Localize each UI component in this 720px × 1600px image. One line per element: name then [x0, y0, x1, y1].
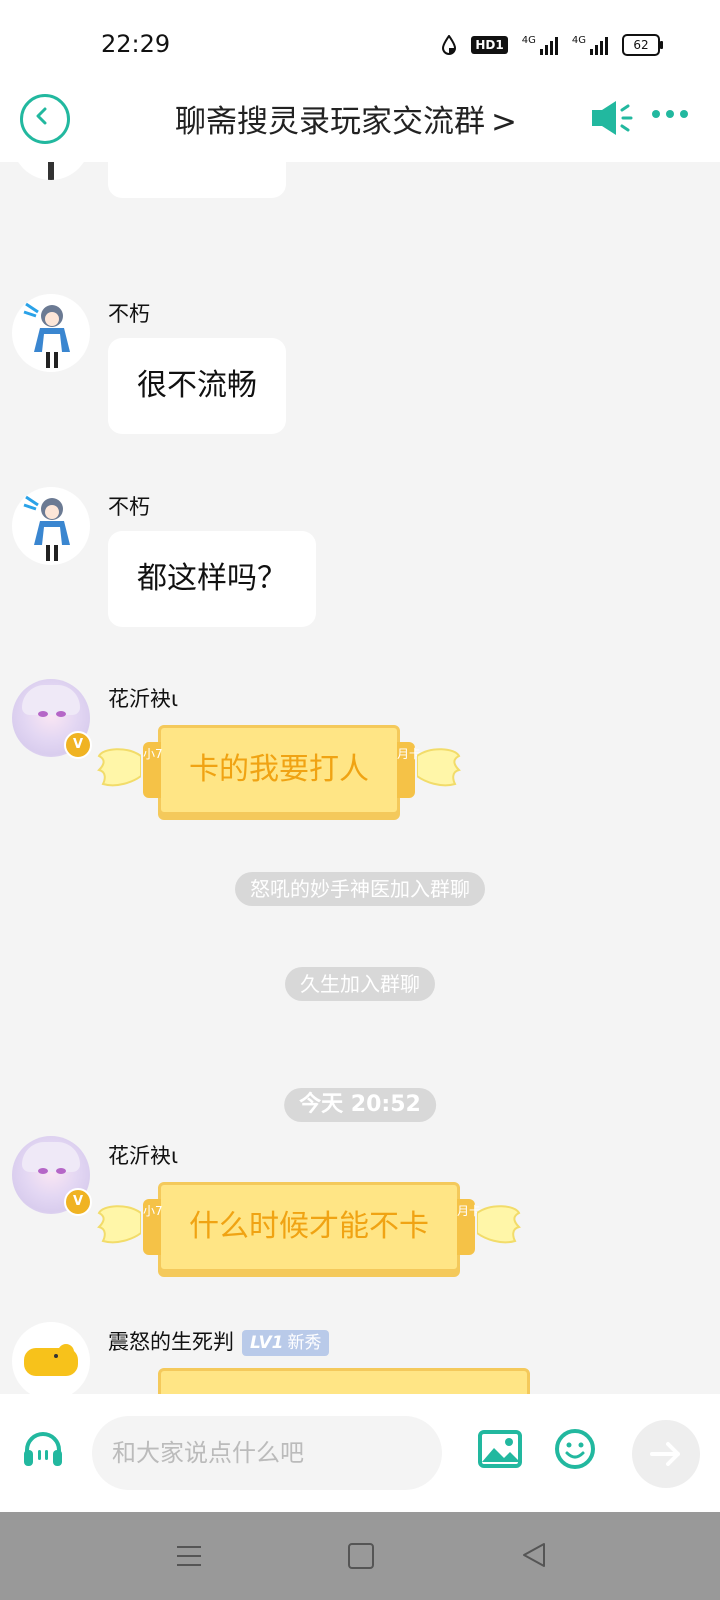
status-icons: HD1 4G 4G 62 [441, 34, 663, 56]
vip-badge: V [64, 1188, 92, 1216]
card-tag-right: 月卡 [457, 1199, 481, 1255]
chat-header: 聊斋搜灵录玩家交流群 > [0, 84, 720, 162]
avatar[interactable] [12, 487, 90, 565]
signal-1-icon: 4G [522, 35, 558, 55]
card-tag-left: 小7 [143, 1199, 163, 1255]
chat-messages[interactable]: 是真的卡 不朽 很不流畅 不朽 都这样吗？ V 花沂袂ι 小7 卡的我要打人 月… [0, 162, 720, 1394]
chibi-character-icon [48, 162, 54, 180]
avatar[interactable] [12, 294, 90, 372]
chevron-left-icon [36, 107, 47, 125]
wing-right-icon [477, 1205, 521, 1244]
card-message-bubble[interactable]: 小7 卡的我要打人 月卡 [97, 725, 461, 815]
chibi-character-icon [23, 302, 70, 368]
yellow-creature-icon [24, 1344, 78, 1376]
card-message-bubble[interactable]: 小7 什么时候才能不卡 月卡 [97, 1182, 521, 1272]
avatar[interactable] [12, 1322, 90, 1394]
status-bar: 22:29 HD1 4G 4G 62 [0, 0, 720, 84]
group-title[interactable]: 聊斋搜灵录玩家交流群 > [175, 96, 517, 141]
card-tag-left: 小7 [143, 742, 163, 798]
message-bubble[interactable]: 很不流畅 [108, 338, 286, 434]
group-name: 聊斋搜灵录玩家交流群 [175, 104, 485, 140]
sender-name-row: 震怒的生死判 LV1 新秀 [108, 1326, 330, 1356]
announcement-button[interactable] [590, 98, 634, 142]
smile-icon [555, 1429, 595, 1469]
system-back-button[interactable] [522, 1542, 546, 1572]
sender-name[interactable]: 震怒的生死判 [108, 1330, 234, 1354]
vip-badge: V [64, 731, 92, 759]
sender-name[interactable]: 花沂袂ι [108, 683, 178, 713]
megaphone-icon [592, 101, 633, 135]
card-tag-right: 月卡 [397, 742, 421, 798]
triangle-back-icon [523, 1543, 545, 1567]
sender-name[interactable]: 不朽 [108, 298, 150, 328]
menu-icon [177, 1546, 201, 1566]
image-button[interactable] [478, 1430, 522, 1472]
card-text: 什么时候才能不卡 [189, 1209, 429, 1244]
message-input[interactable] [92, 1416, 442, 1490]
wing-left-icon [97, 748, 141, 787]
system-notice: 久生加入群聊 [285, 967, 435, 1001]
image-icon [478, 1430, 522, 1468]
system-nav-bar [0, 1512, 720, 1600]
level-badge: LV1 新秀 [242, 1330, 330, 1356]
send-button[interactable] [632, 1420, 700, 1488]
timestamp-divider: 今天 20:52 [284, 1088, 436, 1122]
message-bubble[interactable]: 都这样吗？ [108, 531, 316, 627]
input-bar [0, 1394, 720, 1512]
message-bubble[interactable]: 是真的卡 [108, 162, 286, 198]
wing-left-icon [97, 1205, 141, 1244]
back-button[interactable] [20, 94, 70, 144]
sender-name[interactable]: 不朽 [108, 491, 150, 521]
recents-button[interactable] [176, 1544, 202, 1572]
data-saver-icon [442, 35, 457, 55]
hd-icon: HD1 [471, 36, 508, 54]
more-options-button[interactable] [652, 110, 688, 118]
clock: 22:29 [101, 30, 171, 58]
emoji-button[interactable] [554, 1428, 596, 1474]
wing-right-icon [417, 748, 461, 787]
card-text: 卡的我要打人 [189, 752, 369, 787]
card-message-bubble[interactable] [158, 1368, 530, 1394]
sender-name[interactable]: 花沂袂ι [108, 1140, 178, 1170]
headset-icon [24, 1432, 62, 1466]
chibi-character-icon [23, 495, 70, 561]
chevron-right-icon: > [491, 104, 517, 140]
signal-2-icon: 4G [572, 35, 608, 55]
home-button[interactable] [348, 1543, 374, 1569]
avatar[interactable] [12, 162, 90, 180]
voice-chat-button[interactable] [22, 1430, 64, 1474]
battery-icon: 62 [622, 34, 663, 56]
arrow-right-icon [650, 1442, 680, 1466]
system-notice: 怒吼的妙手神医加入群聊 [235, 872, 485, 906]
